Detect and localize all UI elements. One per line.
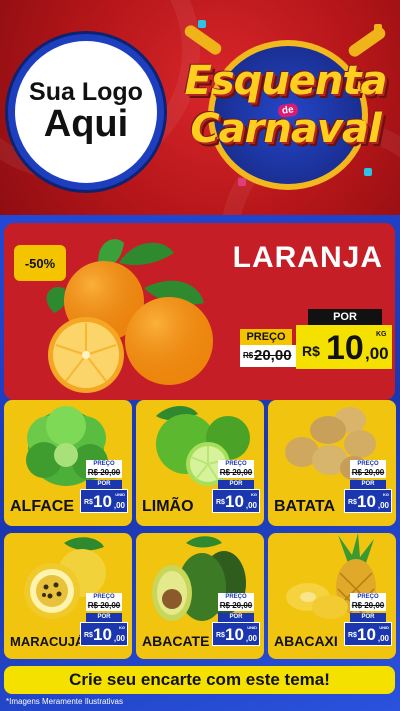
price-integer: 10 bbox=[225, 625, 244, 644]
title-line2: Carnaval bbox=[190, 106, 381, 152]
trumpet-icon bbox=[182, 23, 224, 57]
price-unit: KG bbox=[119, 625, 125, 630]
por-label: POR bbox=[350, 480, 386, 489]
price-cents: ,00 bbox=[377, 634, 389, 643]
old-price-box: R$ 20,00 bbox=[240, 345, 296, 367]
old-price: R$ 20,00 bbox=[218, 468, 254, 478]
price-integer: 10 bbox=[326, 329, 364, 367]
featured-price-block: POR PREÇO R$ 20,00 R$ 10 ,00 KG bbox=[240, 309, 392, 377]
new-price: R$ 10 ,00 KG bbox=[212, 489, 260, 513]
product-card-alface[interactable]: ALFACE PREÇO R$ 20,00 POR R$ 10 ,00 UNID bbox=[4, 400, 132, 526]
product-name: ABACAXI bbox=[274, 633, 338, 649]
price-integer: 10 bbox=[93, 492, 112, 511]
price-currency: R$ bbox=[348, 632, 357, 639]
price-block: PREÇO R$ 20,00 POR R$ 10 ,00 UNID bbox=[212, 593, 260, 653]
price-cents: ,00 bbox=[113, 501, 125, 510]
preco-label: PREÇO bbox=[350, 593, 386, 601]
product-name: BATATA bbox=[274, 498, 336, 515]
old-price-currency: R$ bbox=[243, 351, 254, 360]
new-price-box: R$ 10 ,00 KG bbox=[296, 325, 392, 369]
old-price: R$ 20,00 bbox=[350, 601, 386, 611]
old-price: R$ 20,00 bbox=[218, 601, 254, 611]
price-unit: KG bbox=[376, 331, 387, 338]
price-currency: R$ bbox=[216, 499, 225, 506]
price-integer: 10 bbox=[225, 492, 244, 511]
new-price: R$ 10 ,00 UNID bbox=[212, 622, 260, 646]
price-currency: R$ bbox=[302, 343, 320, 359]
product-card-maracuja[interactable]: MARACUJÁ PREÇO R$ 20,00 POR R$ 10 ,00 KG bbox=[4, 533, 132, 659]
disclaimer-text: *Imagens Meramente Ilustrativas bbox=[6, 697, 123, 706]
price-block: PREÇO R$ 20,00 POR R$ 10 ,00 KG bbox=[80, 593, 128, 653]
confetti-icon bbox=[364, 168, 372, 176]
price-unit: KG bbox=[383, 492, 389, 497]
price-cents: ,00 bbox=[245, 634, 257, 643]
featured-product[interactable]: -50% LARANJA POR PREÇO R$ 20,00 R$ 10 ,0… bbox=[4, 223, 395, 400]
product-card-abacaxi[interactable]: ABACAXI PREÇO R$ 20,00 POR R$ 10 ,00 UNI… bbox=[268, 533, 396, 659]
por-label: POR bbox=[350, 613, 386, 622]
create-flyer-button[interactable]: Crie seu encarte com este tema! bbox=[4, 666, 395, 694]
price-integer: 10 bbox=[93, 625, 112, 644]
price-cents: ,00 bbox=[365, 344, 389, 363]
product-name: ABACATE bbox=[142, 633, 210, 649]
price-unit: UNID bbox=[247, 625, 257, 630]
price-currency: R$ bbox=[84, 632, 93, 639]
preco-label: PREÇO bbox=[240, 329, 292, 345]
featured-product-name: LARANJA bbox=[232, 241, 383, 274]
new-price: R$ 10 ,00 KG bbox=[344, 489, 392, 513]
preco-label: PREÇO bbox=[86, 460, 122, 468]
carnival-emblem: Esquenta de Carnaval bbox=[178, 18, 393, 196]
discount-badge: -50% bbox=[14, 245, 66, 281]
price-integer: 10 bbox=[357, 492, 376, 511]
logo-text-line2: Aqui bbox=[43, 103, 129, 146]
price-block: PREÇO R$ 20,00 POR R$ 10 ,00 KG bbox=[212, 460, 260, 520]
new-price: R$ 10 ,00 UNID bbox=[80, 489, 128, 513]
price-block: PREÇO R$ 20,00 POR R$ 10 ,00 KG bbox=[344, 460, 392, 520]
old-price-value: 20,00 bbox=[254, 347, 292, 364]
title-line1: Esquenta bbox=[184, 58, 388, 104]
confetti-icon bbox=[198, 20, 206, 28]
price-unit: KG bbox=[251, 492, 257, 497]
price-block: PREÇO R$ 20,00 POR R$ 10 ,00 UNID bbox=[344, 593, 392, 653]
product-card-abacate[interactable]: ABACATE PREÇO R$ 20,00 POR R$ 10 ,00 UNI… bbox=[136, 533, 264, 659]
price-currency: R$ bbox=[216, 632, 225, 639]
por-label: POR bbox=[308, 309, 382, 325]
product-name: LIMÃO bbox=[142, 498, 194, 515]
product-area: -50% LARANJA POR PREÇO R$ 20,00 R$ 10 ,0… bbox=[0, 215, 400, 711]
price-integer: 10 bbox=[357, 625, 376, 644]
confetti-icon bbox=[374, 24, 382, 32]
preco-label: PREÇO bbox=[350, 460, 386, 468]
preco-label: PREÇO bbox=[218, 593, 254, 601]
por-label: POR bbox=[86, 613, 122, 622]
product-name: ALFACE bbox=[10, 498, 74, 515]
product-card-batata[interactable]: BATATA PREÇO R$ 20,00 POR R$ 10 ,00 KG bbox=[268, 400, 396, 526]
header-banner: Sua Logo Aqui Esquenta de Carnaval bbox=[0, 0, 400, 215]
price-cents: ,00 bbox=[113, 634, 125, 643]
new-price: R$ 10 ,00 KG bbox=[80, 622, 128, 646]
old-price: R$ 20,00 bbox=[86, 468, 122, 478]
por-label: POR bbox=[218, 480, 254, 489]
price-cents: ,00 bbox=[245, 501, 257, 510]
product-card-limao[interactable]: LIMÃO PREÇO R$ 20,00 POR R$ 10 ,00 KG bbox=[136, 400, 264, 526]
price-currency: R$ bbox=[348, 499, 357, 506]
old-price: R$ 20,00 bbox=[350, 468, 386, 478]
por-label: POR bbox=[218, 613, 254, 622]
price-unit: UNID bbox=[115, 492, 125, 497]
old-price: R$ 20,00 bbox=[86, 601, 122, 611]
logo-text-line1: Sua Logo bbox=[29, 77, 143, 106]
por-label: POR bbox=[86, 480, 122, 489]
confetti-icon bbox=[238, 178, 246, 186]
price-block: PREÇO R$ 20,00 POR R$ 10 ,00 UNID bbox=[80, 460, 128, 520]
price-unit: UNID bbox=[379, 625, 389, 630]
new-price: R$ 10 ,00 UNID bbox=[344, 622, 392, 646]
product-name: MARACUJÁ bbox=[10, 634, 85, 649]
preco-label: PREÇO bbox=[86, 593, 122, 601]
price-currency: R$ bbox=[84, 499, 93, 506]
logo-placeholder[interactable]: Sua Logo Aqui bbox=[8, 34, 164, 190]
preco-label: PREÇO bbox=[218, 460, 254, 468]
price-cents: ,00 bbox=[377, 501, 389, 510]
